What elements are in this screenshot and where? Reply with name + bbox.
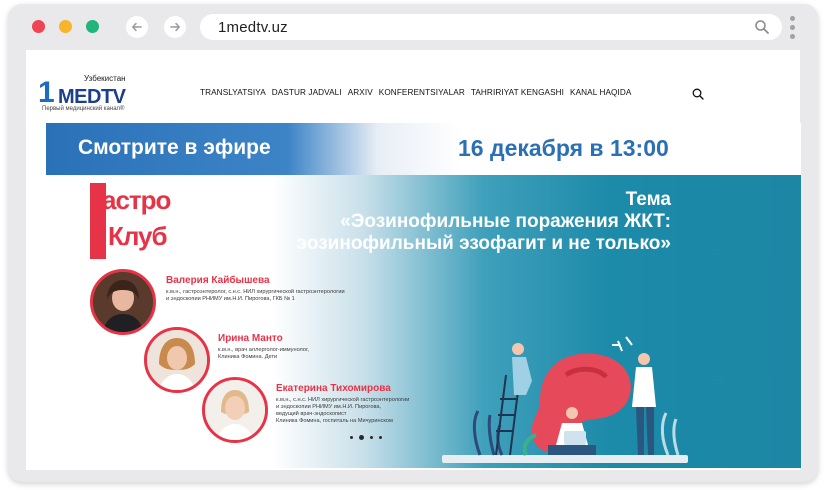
- topic-line: эозинофильный эзофагит и не только»: [296, 233, 671, 254]
- nav-item-kanal-haqida[interactable]: KANAL HAQIDA: [570, 88, 631, 97]
- speaker-desc: к.м.н., врач аллерголог-иммунолог,: [218, 347, 309, 353]
- speaker-desc: и эндоскопии РНИМУ им.Н.И. Пирогова,: [276, 404, 382, 410]
- speaker-avatar: [90, 269, 156, 335]
- medical-illustration: [442, 336, 688, 463]
- nav-item-dastur-jadvali[interactable]: DASTUR JADVALI: [272, 88, 342, 97]
- watch-live-text: Смотрите в эфире: [78, 136, 271, 159]
- logo-country: Узбекистан: [84, 74, 126, 83]
- slide-dot-active[interactable]: [359, 435, 364, 440]
- slide-pager: [350, 435, 382, 440]
- club-logo-line2: Клуб: [108, 221, 168, 251]
- back-button[interactable]: [126, 16, 148, 38]
- banner-main: астро Клуб Тема «Эозинофильные поражения…: [46, 175, 801, 468]
- slide-dot[interactable]: [370, 436, 373, 439]
- url-text[interactable]: 1medtv.uz: [218, 19, 288, 36]
- browser-toolbar: 1medtv.uz: [8, 4, 818, 50]
- live-strip: Смотрите в эфире 16 декабря в 13:00: [46, 123, 801, 175]
- maximize-window-button[interactable]: [86, 20, 99, 33]
- speaker-desc: Клиника Фомина. Дети: [218, 354, 278, 360]
- search-icon[interactable]: [692, 88, 704, 100]
- forward-button[interactable]: [164, 16, 186, 38]
- close-window-button[interactable]: [32, 20, 45, 33]
- nav-item-tahririyat-kengashi[interactable]: TAHRIRIYAT KENGASHI: [471, 88, 564, 97]
- logo-tagline: Первый медицинский канал®: [42, 106, 125, 112]
- main-navigation: TRANSLYATSIYA DASTUR JADVALI ARXIV KONFE…: [200, 88, 637, 97]
- search-icon[interactable]: [754, 19, 770, 35]
- topic-line: «Эозинофильные поражения ЖКТ:: [340, 211, 671, 232]
- kebab-menu-icon[interactable]: [790, 16, 796, 40]
- nav-item-konferentsiyalar[interactable]: KONFERENTSIYALAR: [379, 88, 465, 97]
- topic-block: Тема «Эозинофильные поражения ЖКТ: эозин…: [296, 189, 671, 255]
- speaker-avatar: [144, 327, 210, 393]
- speaker-desc: и эндоскопии РНИМУ им.Н.И. Пирогова, ГКБ…: [166, 296, 295, 302]
- nav-item-arxiv[interactable]: ARXIV: [348, 88, 373, 97]
- speaker-avatar: [202, 377, 268, 443]
- address-bar[interactable]: 1medtv.uz: [200, 14, 782, 40]
- logo-number: 1: [38, 76, 55, 109]
- speaker-name: Ирина Манто: [218, 333, 283, 344]
- site-logo[interactable]: 1 Узбекистан MEDTV Первый медицинский ка…: [38, 74, 138, 116]
- speaker-desc: к.м.н., гастроэнтеролог, с.н.с. НИЛ хиру…: [166, 289, 345, 295]
- slide-dot[interactable]: [379, 436, 382, 439]
- speaker-name: Валерия Кайбышева: [166, 275, 270, 286]
- nav-item-translyatsiya[interactable]: TRANSLYATSIYA: [200, 88, 266, 97]
- slide-dot[interactable]: [350, 436, 353, 439]
- web-page: 1 Узбекистан MEDTV Первый медицинский ка…: [26, 50, 801, 470]
- topic-line: Тема: [625, 189, 671, 210]
- speaker-desc: к.м.н., с.н.с. НИЛ хирургической гастроэ…: [276, 397, 410, 403]
- hero-banner[interactable]: Смотрите в эфире 16 декабря в 13:00 астр…: [46, 123, 801, 468]
- arrow-left-icon: [131, 22, 142, 32]
- speaker-name: Екатерина Тихомирова: [276, 383, 391, 394]
- minimize-window-button[interactable]: [59, 20, 72, 33]
- speaker-desc: ведущий врач-эндоскопист: [276, 411, 347, 417]
- club-logo-line1: астро: [102, 185, 171, 215]
- browser-window: 1medtv.uz 1 Узбекистан MEDTV Первый меди…: [8, 4, 818, 482]
- broadcast-datetime: 16 декабря в 13:00: [458, 135, 669, 161]
- speaker-desc: Клиника Фомина, госпиталь на Мичуринском: [276, 418, 393, 424]
- arrow-right-icon: [170, 22, 181, 32]
